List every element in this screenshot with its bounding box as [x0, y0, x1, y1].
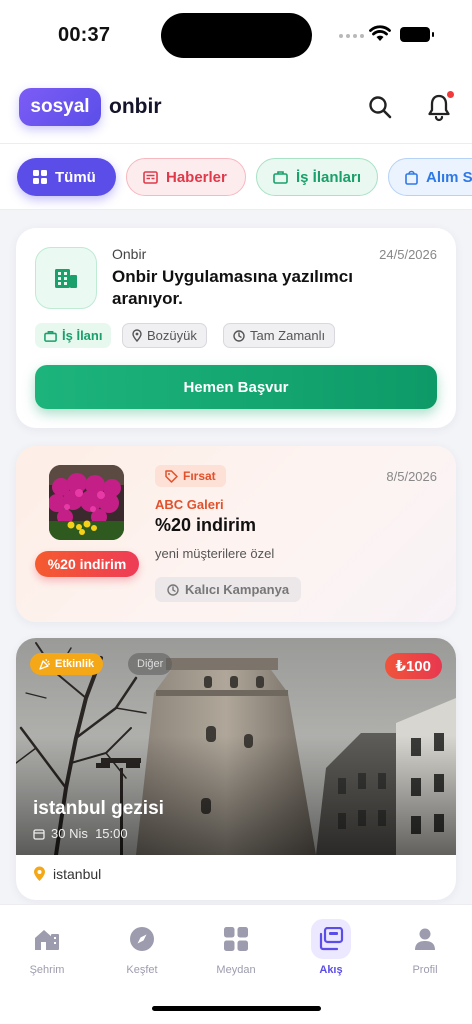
price-badge: ₺100 — [384, 653, 442, 679]
grid-icon — [33, 170, 47, 184]
discount-badge: %20 indirim — [35, 551, 139, 577]
location-pin-icon — [34, 866, 45, 881]
post-source: Onbir — [112, 246, 147, 262]
grid-icon — [216, 919, 256, 959]
building-icon — [35, 247, 97, 309]
filter-chip-all[interactable]: Tümü — [17, 158, 116, 196]
compass-icon — [122, 919, 162, 959]
post-title: istanbul gezisi — [33, 798, 164, 819]
filter-label: Alım S — [426, 168, 472, 186]
party-icon — [39, 658, 50, 670]
filter-label: Haberler — [166, 168, 227, 186]
search-icon[interactable] — [367, 94, 393, 120]
event-post-card[interactable]: Etkinlik Diğer ₺100 istanbul gezisi 30 N… — [16, 638, 456, 900]
tab-akis[interactable]: Akış — [291, 919, 371, 976]
newspaper-icon — [143, 170, 158, 184]
status-time: 00:37 — [58, 24, 111, 46]
wifi-icon — [369, 25, 391, 41]
profile-icon — [405, 919, 445, 959]
post-title: Onbir Uygulamasına yazılımcı aranıyor. — [112, 267, 353, 308]
filter-chip-jobs[interactable]: İş İlanları — [256, 158, 378, 196]
tab-kesfet[interactable]: Keşfet — [102, 919, 182, 976]
filter-chip-news[interactable]: Haberler — [126, 158, 246, 196]
notification-dot — [446, 90, 455, 99]
briefcase-icon — [273, 171, 288, 184]
job-type-tag: İş İlanı — [35, 323, 112, 348]
campaign-duration-tag: Kalıcı Kampanya — [155, 577, 302, 602]
tab-profil[interactable]: Profil — [385, 919, 465, 976]
location-pin-icon — [132, 329, 142, 342]
app-header: sosyal onbir — [0, 72, 472, 144]
deal-category-tag: Fırsat — [155, 465, 226, 487]
home-indicator — [152, 1006, 321, 1011]
job-post-card[interactable]: Onbir 24/5/2026 Onbir Uygulamasına yazıl… — [16, 228, 456, 428]
deal-post-card[interactable]: %20 indirim Fırsat 8/5/2026 ABC Galeri %… — [16, 446, 456, 622]
filter-bar: Tümü Haberler İş İlanları Alım S — [0, 144, 472, 210]
event-location: istanbul — [33, 866, 101, 882]
filter-label: Tümü — [55, 168, 96, 186]
deal-image — [49, 465, 124, 540]
status-bar: 00:37 — [0, 0, 472, 72]
post-subtitle: yeni müşterilere özel — [155, 546, 275, 561]
battery-icon — [400, 27, 434, 42]
briefcase-icon — [44, 330, 57, 342]
deal-company: ABC Galeri — [155, 497, 224, 512]
filter-label: İş İlanları — [296, 168, 362, 186]
tab-meydan[interactable]: Meydan — [196, 919, 276, 976]
feed-icon — [311, 919, 351, 959]
location-tag: Bozüyük — [122, 323, 207, 348]
apply-now-button[interactable]: Hemen Başvur — [35, 365, 437, 409]
calendar-icon — [33, 828, 45, 840]
clock-icon — [233, 329, 245, 342]
event-category-tag: Etkinlik — [30, 653, 104, 675]
post-title: %20 indirim — [155, 515, 257, 535]
logo-text: onbir — [109, 95, 162, 118]
cellular-signal-icon — [339, 34, 364, 38]
city-icon — [27, 919, 67, 959]
schedule-tag: Tam Zamanlı — [223, 323, 336, 348]
dynamic-island — [161, 13, 312, 58]
logo-badge: sosyal — [19, 88, 101, 126]
event-datetime: 30 Nis 15:00 — [33, 826, 128, 841]
post-date: 8/5/2026 — [386, 469, 437, 484]
tab-sehrim[interactable]: Şehrim — [7, 919, 87, 976]
event-subcategory-tag: Diğer — [128, 653, 173, 675]
post-date: 24/5/2026 — [379, 247, 437, 262]
clock-icon — [167, 583, 179, 596]
shopping-bag-icon — [405, 170, 418, 185]
filter-chip-buy-sell[interactable]: Alım S — [388, 158, 472, 196]
tag-icon — [165, 469, 178, 483]
